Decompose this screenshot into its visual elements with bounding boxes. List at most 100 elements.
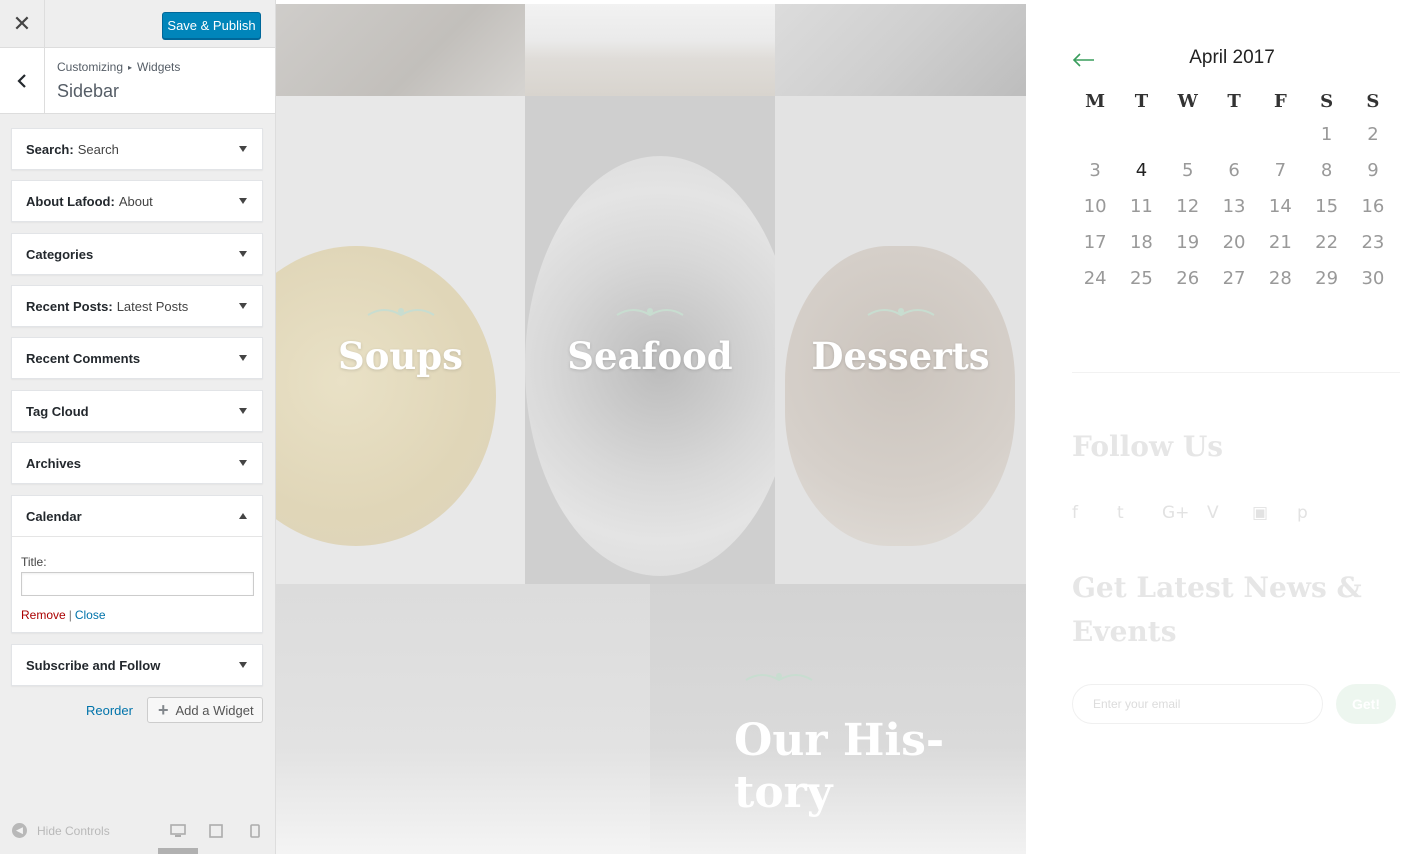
expand-arrow-icon[interactable] [239, 198, 247, 204]
desktop-preview-icon[interactable] [170, 824, 186, 838]
calendar-day: 1 [1320, 123, 1333, 145]
customizer-footer: ◀ Hide Controls [0, 810, 275, 854]
mobile-preview-icon[interactable] [250, 824, 260, 838]
calendar-empty-cell [1211, 116, 1257, 152]
breadcrumb-separator-icon: ▸ [128, 63, 133, 72]
widget-title: Search: [26, 141, 74, 157]
calendar-day: 4 [1135, 159, 1148, 181]
top-image-2 [525, 4, 775, 96]
widget-calendar[interactable]: Calendar Title: Remove | Close [11, 495, 263, 633]
back-button[interactable] [0, 48, 45, 114]
title-field[interactable] [21, 572, 254, 596]
email-input[interactable]: Enter your email [1072, 684, 1323, 724]
desserts-tile[interactable]: Desserts [775, 96, 1026, 584]
calendar-day: 12 [1176, 195, 1200, 217]
calendar-day: 18 [1129, 231, 1153, 253]
calendar-day: 29 [1315, 267, 1339, 289]
widget-calendar-form: Title: Remove | Close [12, 536, 262, 632]
widget-subtitle: Search [77, 141, 119, 157]
close-widget-link[interactable]: Close [75, 608, 106, 622]
widget-categories[interactable]: Categories [11, 233, 263, 275]
tile-title-seafood: Seafood [567, 334, 733, 378]
top-image-1 [276, 4, 525, 96]
breadcrumb-current: Widgets [137, 60, 181, 74]
close-customizer-button[interactable]: ✕ [0, 0, 45, 48]
section-header: Customizing ▸ Widgets Sidebar [0, 48, 275, 114]
tile-title-desserts: Desserts [811, 334, 990, 378]
seafood-tile[interactable]: Seafood [525, 96, 775, 584]
widget-archives[interactable]: Archives [11, 442, 263, 484]
twitter-icon[interactable]: t [1117, 503, 1162, 523]
widget-title: Categories [26, 246, 94, 262]
expand-arrow-icon[interactable] [239, 355, 247, 361]
calendar-day: 22 [1315, 231, 1339, 253]
soup-bowl-image [276, 246, 496, 546]
expand-arrow-icon[interactable] [239, 408, 247, 414]
calendar-day: 17 [1083, 231, 1107, 253]
tile-title-soups: Soups [337, 334, 463, 378]
youtube-icon[interactable]: ▣ [1252, 503, 1297, 523]
dessert-image [785, 246, 1015, 546]
calendar-day: 21 [1268, 231, 1292, 253]
title-field-label: Title: [21, 555, 47, 569]
tablet-preview-icon[interactable] [209, 824, 223, 838]
add-widget-button[interactable]: + Add a Widget [147, 697, 263, 723]
close-icon: ✕ [12, 11, 32, 37]
widget-title: About Lafood: [26, 193, 115, 209]
calendar-day: 25 [1129, 267, 1153, 289]
collapse-arrow-icon[interactable] [239, 513, 247, 519]
hide-controls-button[interactable]: ◀ Hide Controls [12, 823, 110, 838]
reorder-link[interactable]: Reorder [86, 703, 133, 718]
expand-arrow-icon[interactable] [239, 146, 247, 152]
weekday-header: T [1134, 90, 1149, 112]
calendar-day: 9 [1367, 159, 1379, 181]
calendar-grid: MTWTFSS 1 2 3 4 5 6 7 8 9 10 11 12 13 14 15 16 17 18 19 20 2… [1072, 86, 1396, 296]
expand-arrow-icon[interactable] [239, 460, 247, 466]
expand-arrow-icon[interactable] [239, 251, 247, 257]
widget-title: Tag Cloud [26, 403, 89, 419]
weekday-header: W [1177, 90, 1198, 112]
widget-tag-cloud[interactable]: Tag Cloud [11, 390, 263, 432]
widget-subtitle: About [118, 193, 153, 209]
google-plus-icon[interactable]: G+ [1162, 503, 1207, 523]
calendar-day: 10 [1083, 195, 1107, 217]
weekday-header: T [1227, 90, 1241, 112]
widget-title: Recent Posts: [26, 298, 113, 314]
social-links: f t G+ V ▣ p [1072, 503, 1342, 523]
calendar-day: 14 [1268, 195, 1292, 217]
top-image-3 [775, 4, 1026, 96]
weekday-header: F [1273, 90, 1287, 112]
widget-recent-comments[interactable]: Recent Comments [11, 337, 263, 379]
breadcrumb-root: Customizing [57, 60, 124, 74]
vimeo-icon[interactable]: V [1207, 503, 1252, 523]
calendar-day: 15 [1315, 195, 1339, 217]
customizer-header: ✕ Save & Publish [0, 0, 275, 48]
save-publish-button[interactable]: Save & Publish [162, 12, 261, 39]
active-device-indicator [158, 848, 198, 854]
calendar-day: 20 [1222, 231, 1246, 253]
pinterest-icon[interactable]: p [1297, 503, 1342, 523]
expand-arrow-icon[interactable] [239, 303, 247, 309]
calendar-day: 30 [1361, 267, 1385, 289]
expand-arrow-icon[interactable] [239, 662, 247, 668]
widget-recent-posts[interactable]: Recent Posts: Latest Posts [11, 285, 263, 327]
hide-controls-label: Hide Controls [37, 823, 110, 838]
calendar-day: 2 [1367, 123, 1379, 145]
ornament-icon [366, 308, 435, 317]
calendar-day: 11 [1129, 195, 1153, 217]
calendar-day: 24 [1083, 267, 1107, 289]
soups-tile[interactable]: Soups [276, 96, 525, 584]
widget-subscribe-follow[interactable]: Subscribe and Follow [11, 644, 263, 686]
arrow-left-icon[interactable] [1072, 53, 1096, 67]
calendar-day: 13 [1222, 195, 1246, 217]
widget-about[interactable]: About Lafood: About [11, 180, 263, 222]
widget-search[interactable]: Search: Search [11, 128, 263, 170]
get-button[interactable]: Get! [1336, 684, 1396, 724]
calendar-week: 17 18 19 20 21 22 23 [1072, 224, 1396, 260]
widget-title: Recent Comments [26, 350, 141, 366]
add-widget-label: Add a Widget [175, 702, 254, 718]
calendar-day: 28 [1268, 267, 1292, 289]
calendar-day: 19 [1176, 231, 1200, 253]
facebook-icon[interactable]: f [1072, 503, 1117, 523]
remove-widget-link[interactable]: Remove [21, 608, 66, 622]
